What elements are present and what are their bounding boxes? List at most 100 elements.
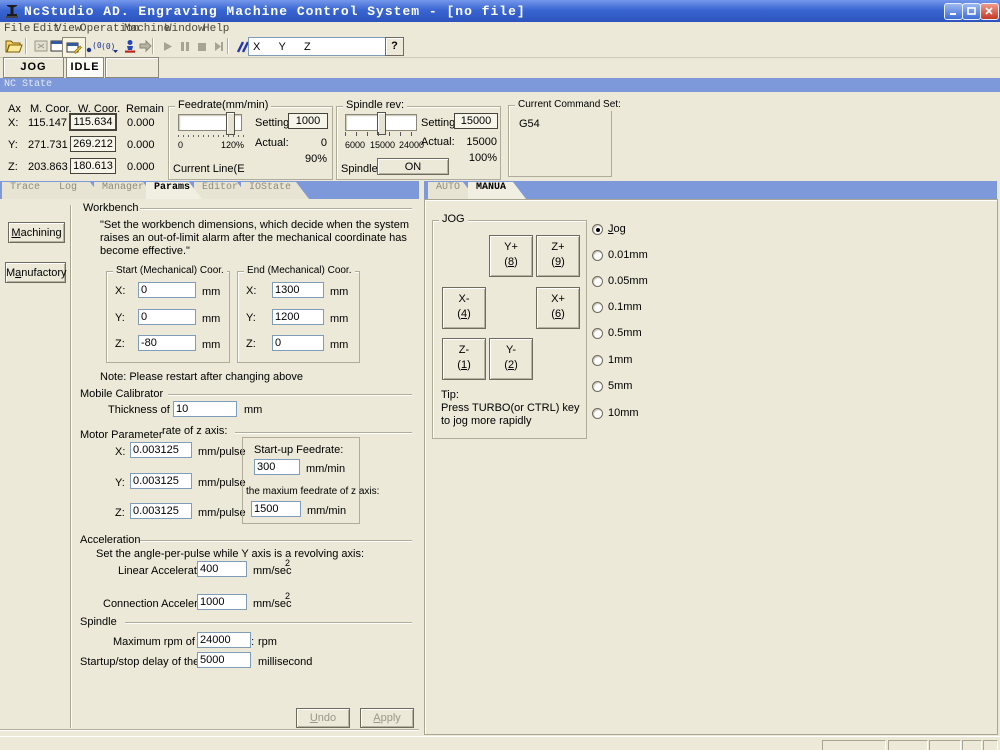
undo-button[interactable]: Undo <box>296 708 350 728</box>
feedrate-slider[interactable] <box>178 114 242 131</box>
mode-indicator[interactable]: JOG <box>3 57 64 78</box>
jog-z-minus-button[interactable]: Z- (1) <box>442 338 486 380</box>
jog-key-label: (2) <box>490 358 532 373</box>
linear-accel-input[interactable] <box>197 561 247 577</box>
window-title: NcStudio AD. Engraving Machine Control S… <box>24 4 526 19</box>
minimize-button[interactable] <box>944 3 963 20</box>
mode-spare-box <box>105 57 159 78</box>
apply-button[interactable]: Apply <box>360 708 414 728</box>
remained-x: 0.000 <box>127 117 155 129</box>
work-coord-x[interactable]: 115.634 <box>70 114 116 130</box>
svg-text:(0): (0) <box>101 42 115 51</box>
work-coord-y[interactable]: 269.212 <box>70 136 116 152</box>
feedrate-slider-thumb[interactable] <box>226 112 235 135</box>
axis-label: Y: <box>8 139 18 151</box>
machining-button[interactable]: Machining <box>8 222 65 243</box>
unit-label: mm/pulse <box>198 507 246 519</box>
jog-z-plus-button[interactable]: Z+ (9) <box>536 235 580 277</box>
motor-parameter-subtitle: rate of z axis: <box>162 425 227 437</box>
thickness-input[interactable] <box>173 401 237 417</box>
coord-header-mcoor: M. Coor. <box>30 103 72 115</box>
end-z-input[interactable] <box>272 335 324 351</box>
unit-label: mm <box>330 286 348 298</box>
section-line <box>235 432 412 434</box>
menu-help[interactable]: Help <box>203 23 229 35</box>
jog-legend: JOG <box>439 213 468 226</box>
menu-window[interactable]: Window <box>165 23 205 35</box>
motor-x-input[interactable] <box>130 442 192 458</box>
unit-superscript: 2 <box>285 591 290 601</box>
spindle-tick-6000: 6000 <box>345 140 365 150</box>
unit-label: rpm <box>258 636 277 648</box>
state-indicator[interactable]: IDLE <box>66 57 104 78</box>
spindle-group: Spindle rev: Setting: 15000 6000 15000 2… <box>336 106 501 180</box>
radio-10mm-label[interactable]: 10mm <box>608 407 639 419</box>
spindle-delay-input[interactable] <box>197 652 251 668</box>
manufactory-button[interactable]: Manufactory <box>5 262 66 283</box>
xyz-input[interactable] <box>248 37 387 56</box>
radio-0-5mm-label[interactable]: 0.5mm <box>608 327 642 339</box>
jog-y-minus-button[interactable]: Y- (2) <box>489 338 533 380</box>
max-rpm-input[interactable] <box>197 632 251 648</box>
radio-0-05mm[interactable] <box>592 276 603 287</box>
resize-grip[interactable] <box>983 740 998 750</box>
unit-label: mm/min <box>307 505 346 517</box>
radio-jog[interactable] <box>592 224 603 235</box>
menu-view[interactable]: View <box>55 23 81 35</box>
startup-feedrate-input[interactable] <box>254 459 300 475</box>
radio-jog-label[interactable]: Jog <box>608 223 626 235</box>
feedrate-scale <box>178 135 244 137</box>
radio-0-01mm[interactable] <box>592 250 603 261</box>
field-label: Y: <box>115 477 125 489</box>
radio-0-01mm-label[interactable]: 0.01mm <box>608 249 648 261</box>
acceleration-subtitle: Set the angle-per-pulse while Y axis is … <box>96 548 364 560</box>
unit-label: mm/pulse <box>198 446 246 458</box>
menu-file[interactable]: File <box>4 23 30 35</box>
help-button[interactable]: ? <box>385 37 404 56</box>
spindle-slider[interactable] <box>345 114 417 131</box>
radio-0-1mm-label[interactable]: 0.1mm <box>608 301 642 313</box>
radio-0-1mm[interactable] <box>592 302 603 313</box>
step-icon[interactable] <box>208 37 228 56</box>
end-y-input[interactable] <box>272 309 324 325</box>
jog-x-plus-button[interactable]: X+ (6) <box>536 287 580 329</box>
open-file-icon[interactable] <box>4 37 24 56</box>
jog-x-minus-button[interactable]: X- (4) <box>442 287 486 329</box>
startup-feedrate-label: Start-up Feedrate: <box>254 444 343 456</box>
menu-machine[interactable]: Machine <box>124 23 170 35</box>
remained-z: 0.000 <box>127 161 155 173</box>
radio-0-5mm[interactable] <box>592 328 603 339</box>
start-z-input[interactable] <box>138 335 196 351</box>
radio-10mm[interactable] <box>592 408 603 419</box>
machine-coord-x: 115.147 <box>28 117 67 129</box>
max-z-feedrate-input[interactable] <box>251 501 301 517</box>
radio-1mm[interactable] <box>592 355 603 366</box>
motor-z-input[interactable] <box>130 503 192 519</box>
toolbar-separator <box>25 38 26 54</box>
motor-y-input[interactable] <box>130 473 192 489</box>
spindle-setting-value[interactable]: 15000 <box>454 113 498 129</box>
section-line <box>140 208 412 210</box>
start-y-input[interactable] <box>138 309 196 325</box>
feedrate-setting-value[interactable]: 1000 <box>288 113 328 129</box>
radio-5mm[interactable] <box>592 381 603 392</box>
edit-view-icon[interactable] <box>62 37 86 58</box>
start-x-input[interactable] <box>138 282 196 298</box>
radio-1mm-label[interactable]: 1mm <box>608 354 632 366</box>
back-to-origin-icon[interactable]: (0) <box>100 37 120 56</box>
status-bar <box>0 736 1000 750</box>
machine-coord-y: 271.731 <box>28 139 68 151</box>
mobile-calibrator-title: Mobile Calibrator <box>80 388 163 400</box>
work-coord-z[interactable]: 180.613 <box>70 158 116 174</box>
radio-5mm-label[interactable]: 5mm <box>608 380 632 392</box>
close-button[interactable] <box>980 3 999 20</box>
spindle-on-button[interactable]: ON <box>377 158 449 175</box>
jog-y-plus-button[interactable]: Y+ (8) <box>489 235 533 277</box>
feedrate-legend: Feedrate(mm/min) <box>175 99 271 112</box>
acceleration-title: Acceleration <box>80 534 141 546</box>
radio-0-05mm-label[interactable]: 0.05mm <box>608 275 648 287</box>
command-set-value: G54 <box>519 118 540 130</box>
connection-accel-input[interactable] <box>197 594 247 610</box>
maximize-button[interactable] <box>962 3 981 20</box>
end-x-input[interactable] <box>272 282 324 298</box>
